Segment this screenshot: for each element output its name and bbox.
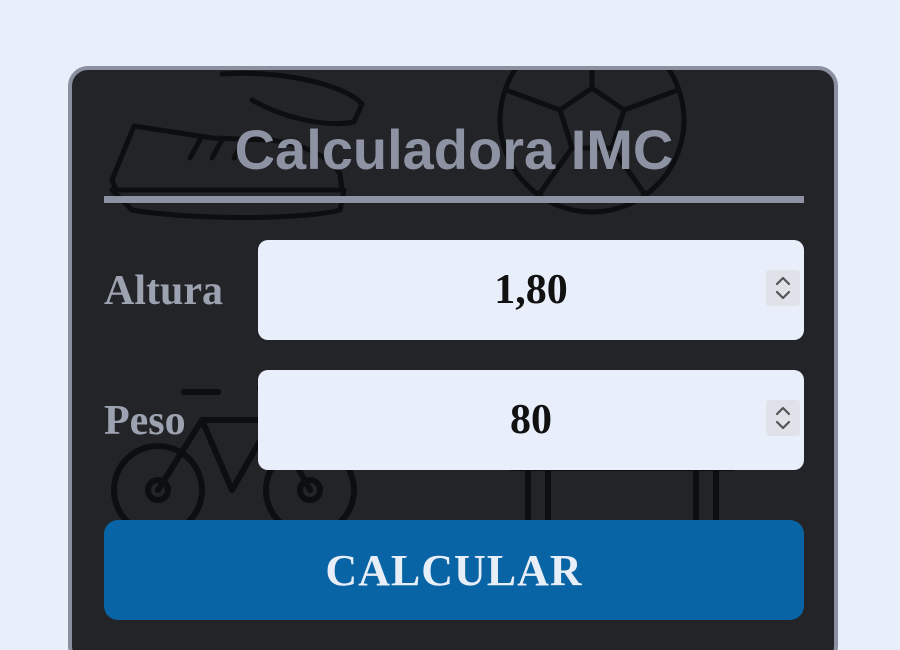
altura-label: Altura: [104, 268, 223, 314]
peso-input[interactable]: [258, 370, 804, 470]
page: Calculadora IMC Altura Peso CALCULAR: [0, 0, 900, 650]
peso-field: [258, 370, 804, 470]
altura-stepper[interactable]: [766, 270, 800, 306]
imc-calculator-card: Calculadora IMC Altura Peso CALCULAR: [68, 66, 838, 650]
title-divider: [104, 196, 804, 203]
peso-stepper[interactable]: [766, 400, 800, 436]
altura-field: [258, 240, 804, 340]
altura-input[interactable]: [258, 240, 804, 340]
page-title: Calculadora IMC: [234, 118, 674, 181]
spinner-arrows-icon: [775, 406, 791, 430]
calcular-button[interactable]: CALCULAR: [104, 520, 804, 620]
peso-label: Peso: [104, 398, 186, 444]
spinner-arrows-icon: [775, 276, 791, 300]
